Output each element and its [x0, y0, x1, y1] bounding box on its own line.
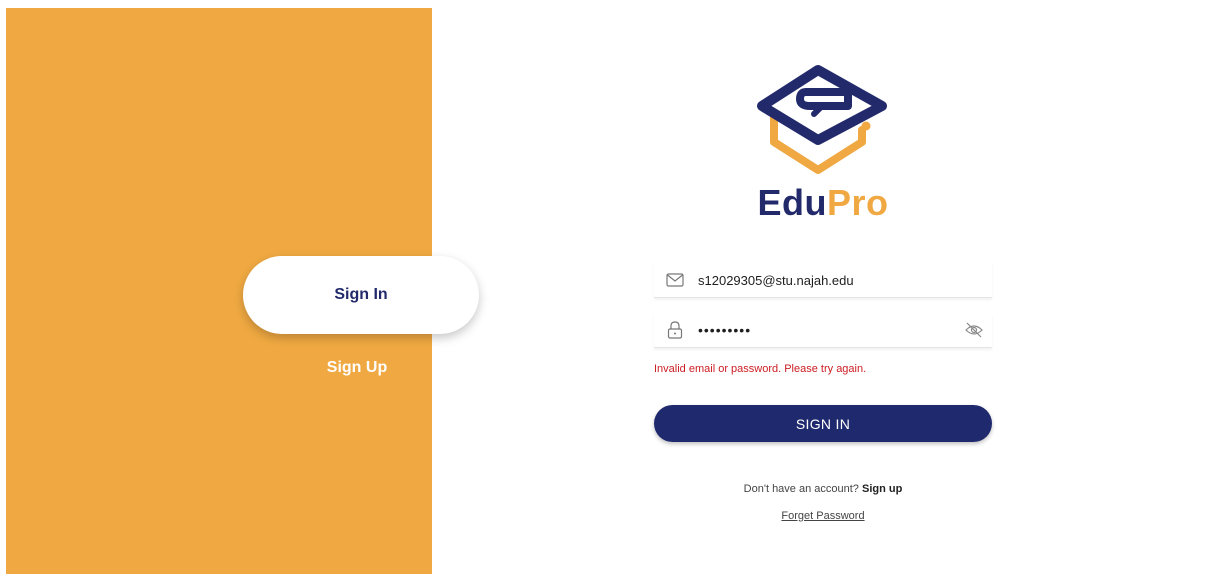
login-page: Sign In Sign Up EduPro s12029305@stu.naj…: [0, 0, 1209, 574]
lock-icon: [666, 321, 684, 339]
graduation-cap-icon: [757, 65, 887, 174]
envelope-icon: [666, 271, 684, 289]
edupro-logo: EduPro: [756, 62, 890, 223]
logo-text-pro: Pro: [826, 182, 889, 223]
sign-in-tab[interactable]: Sign In: [243, 256, 479, 334]
forget-password-link[interactable]: Forget Password: [781, 510, 864, 522]
logo-text-edu: Edu: [757, 182, 827, 223]
no-account-line: Don't have an account? Sign up: [654, 483, 992, 495]
forget-password-line: Forget Password: [654, 510, 992, 522]
password-input[interactable]: [698, 320, 964, 340]
error-message: Invalid email or password. Please try ag…: [654, 363, 867, 375]
sign-up-tab[interactable]: Sign Up: [298, 355, 416, 381]
sign-in-button[interactable]: SIGN IN: [654, 405, 992, 442]
password-field: [654, 313, 992, 348]
logo-wordmark: EduPro: [756, 183, 890, 223]
email-field: [654, 263, 992, 298]
sign-up-link[interactable]: Sign up: [862, 483, 902, 495]
email-input[interactable]: [698, 270, 992, 290]
no-account-text: Don't have an account?: [743, 483, 859, 495]
eye-slash-icon[interactable]: [964, 321, 984, 339]
